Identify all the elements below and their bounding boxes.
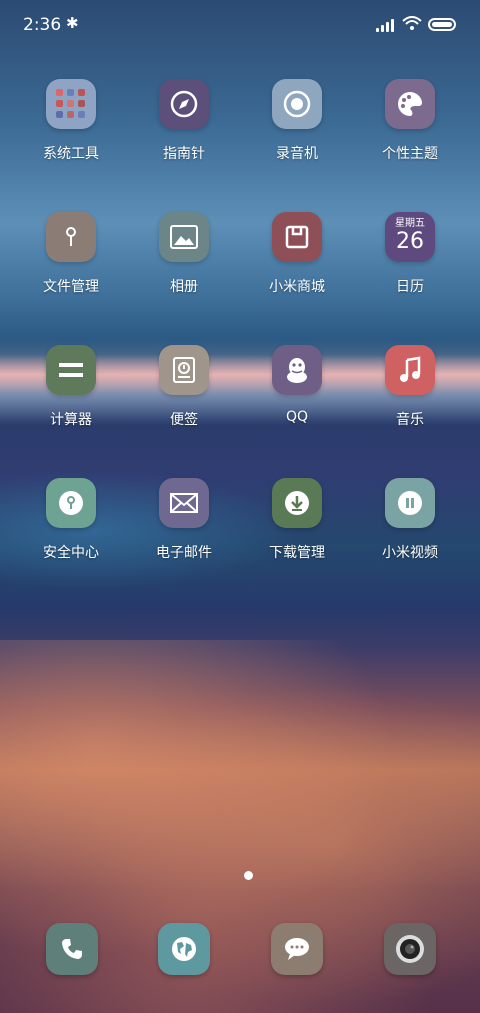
video-icon xyxy=(385,478,435,528)
page-indicator[interactable] xyxy=(244,871,253,880)
app-calculator[interactable]: 计算器 xyxy=(19,345,123,455)
app-label: 系统工具 xyxy=(43,146,99,162)
app-label: 指南针 xyxy=(163,146,205,162)
app-label: 计算器 xyxy=(50,412,92,428)
app-label: 音乐 xyxy=(396,412,424,428)
battery-icon xyxy=(428,18,456,31)
folder-grid-icon xyxy=(46,79,96,129)
app-qq[interactable]: QQ xyxy=(245,345,349,455)
palette-icon xyxy=(385,79,435,129)
status-time: 2:36 xyxy=(23,15,62,35)
recorder-icon xyxy=(272,79,322,129)
calendar-icon: 星期五 26 xyxy=(385,212,435,262)
status-bar: 2:36 ✱ xyxy=(0,0,480,52)
phone-icon[interactable] xyxy=(46,923,98,975)
wifi-icon xyxy=(402,16,422,30)
app-label: QQ xyxy=(285,409,309,425)
file-manager-icon xyxy=(46,212,96,262)
gallery-icon xyxy=(159,212,209,262)
app-label: 小米视频 xyxy=(382,545,438,561)
mi-store-icon xyxy=(272,212,322,262)
app-label: 电子邮件 xyxy=(156,545,212,561)
app-label: 日历 xyxy=(396,279,424,295)
app-label: 小米商城 xyxy=(269,279,325,295)
qq-penguin-icon xyxy=(272,345,322,395)
app-label: 安全中心 xyxy=(43,545,99,561)
app-mi-video[interactable]: 小米视频 xyxy=(358,478,462,588)
app-notes[interactable]: 便签 xyxy=(132,345,236,455)
security-icon xyxy=(46,478,96,528)
app-system-tools[interactable]: 系统工具 xyxy=(19,79,123,189)
app-themes[interactable]: 个性主题 xyxy=(358,79,462,189)
app-file-manager[interactable]: 文件管理 xyxy=(19,212,123,322)
app-label: 下载管理 xyxy=(269,545,325,561)
notes-icon xyxy=(159,345,209,395)
calculator-icon xyxy=(46,345,96,395)
mail-icon xyxy=(159,478,209,528)
calendar-day: 26 xyxy=(396,229,424,254)
music-note-icon xyxy=(385,345,435,395)
browser-globe-icon[interactable] xyxy=(158,923,210,975)
app-downloads[interactable]: 下载管理 xyxy=(245,478,349,588)
camera-icon[interactable] xyxy=(384,923,436,975)
app-label: 便签 xyxy=(170,412,198,428)
signal-icon xyxy=(376,18,396,32)
app-calendar[interactable]: 星期五 26 日历 xyxy=(358,212,462,322)
download-icon xyxy=(272,478,322,528)
app-email[interactable]: 电子邮件 xyxy=(132,478,236,588)
app-label: 相册 xyxy=(170,279,198,295)
app-compass[interactable]: 指南针 xyxy=(132,79,236,189)
app-gallery[interactable]: 相册 xyxy=(132,212,236,322)
app-mi-store[interactable]: 小米商城 xyxy=(245,212,349,322)
compass-icon xyxy=(159,79,209,129)
app-label: 录音机 xyxy=(276,146,318,162)
app-security[interactable]: 安全中心 xyxy=(19,478,123,588)
bluetooth-icon: ✱ xyxy=(66,14,79,32)
app-label: 文件管理 xyxy=(43,279,99,295)
app-label: 个性主题 xyxy=(382,146,438,162)
app-music[interactable]: 音乐 xyxy=(358,345,462,455)
app-recorder[interactable]: 录音机 xyxy=(245,79,349,189)
messages-icon[interactable] xyxy=(271,923,323,975)
